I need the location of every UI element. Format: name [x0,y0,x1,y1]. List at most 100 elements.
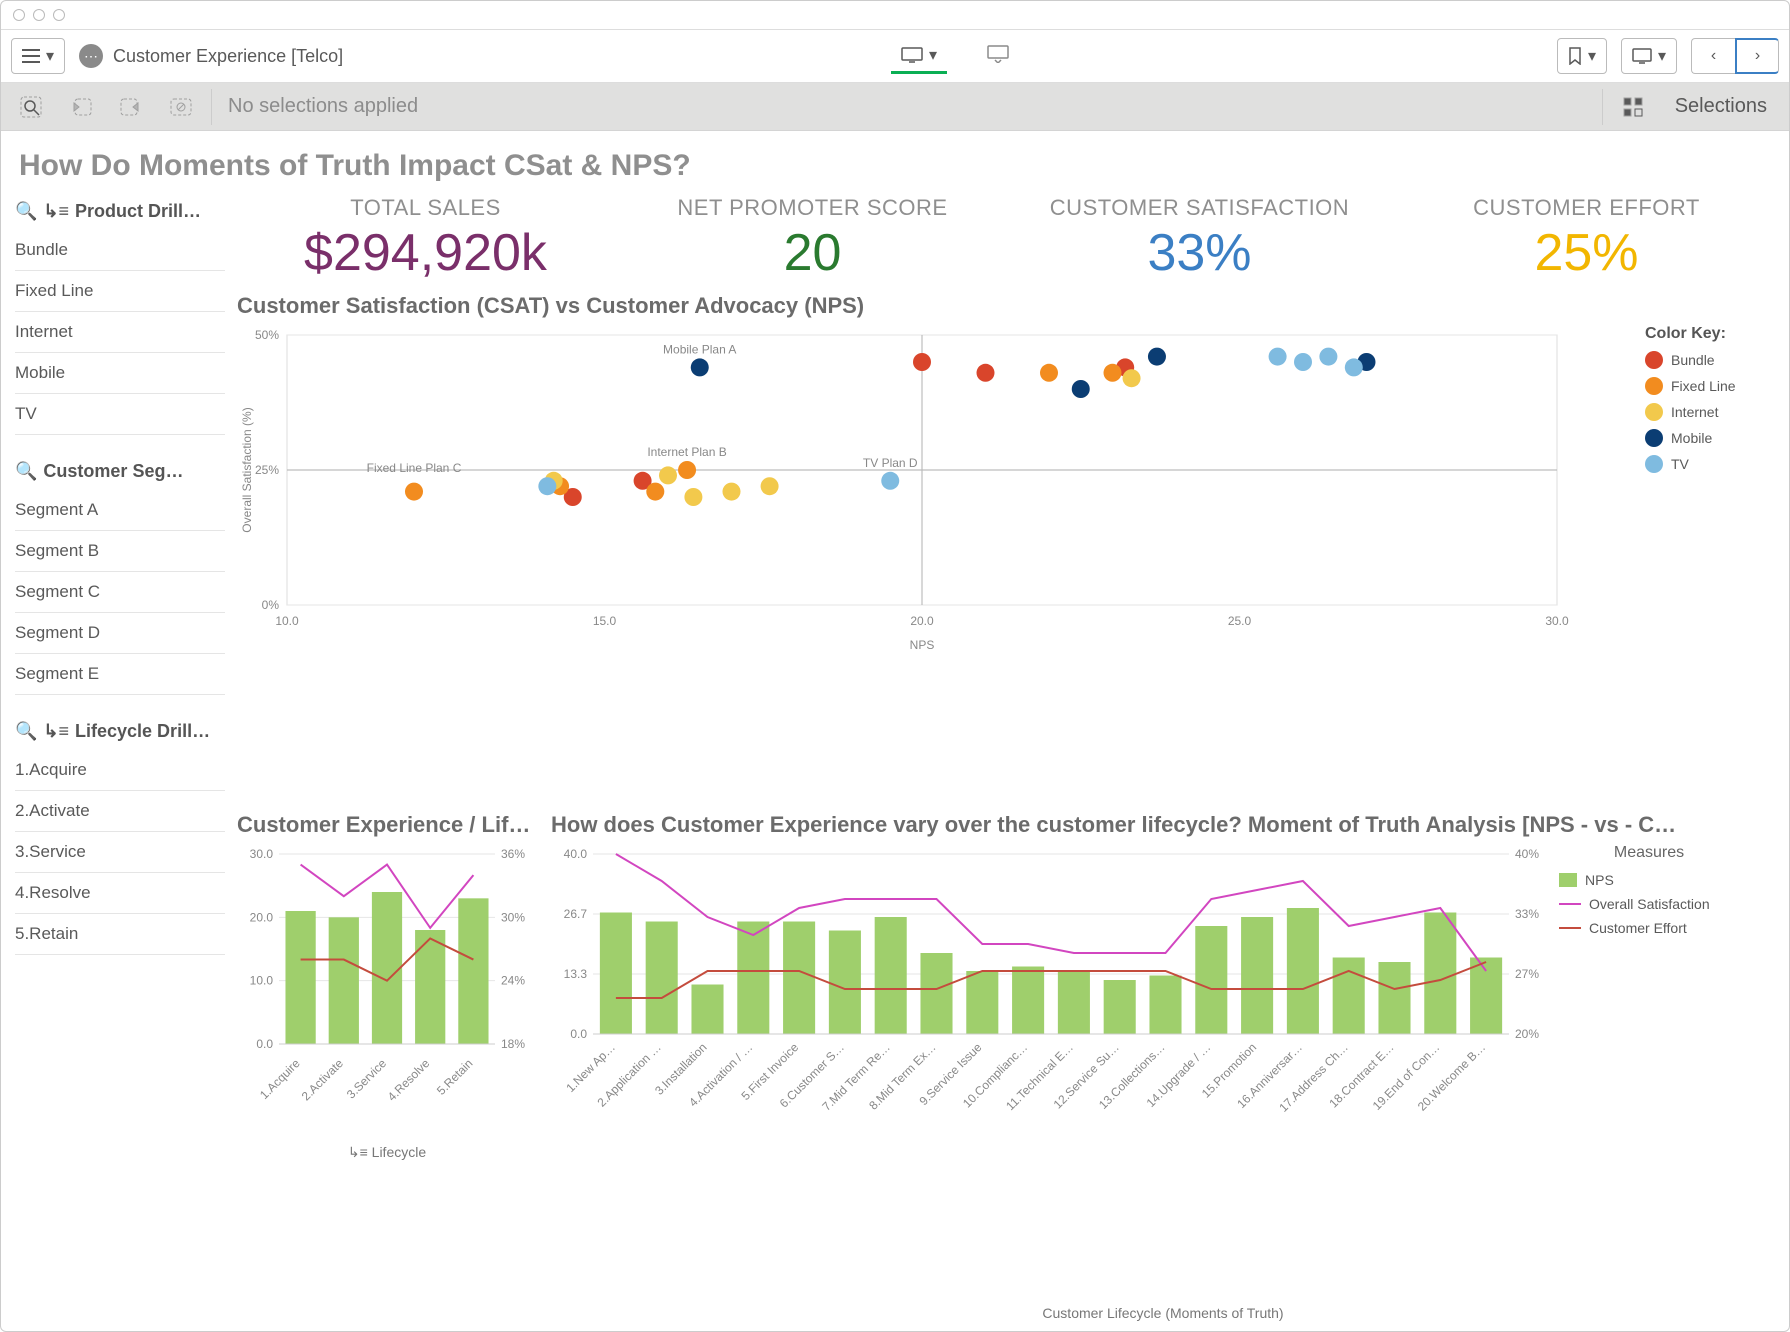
bar[interactable] [1287,908,1319,1034]
bar[interactable] [458,898,488,1044]
bar[interactable] [783,922,815,1035]
legend-item[interactable]: Mobile [1645,429,1775,447]
nav-back-button[interactable]: ‹ [1691,38,1735,74]
bar[interactable] [1378,962,1410,1034]
bar[interactable] [600,913,632,1035]
scatter-point[interactable] [1072,380,1090,398]
scatter-point[interactable] [405,483,423,501]
scatter-point[interactable] [691,358,709,376]
bar[interactable] [920,953,952,1034]
bar[interactable] [1104,980,1136,1034]
scatter-point[interactable] [913,353,931,371]
filter-item-segment[interactable]: Segment D [15,613,225,654]
search-icon[interactable]: 🔍 [15,461,37,482]
kpi-effort[interactable]: CUSTOMER EFFORT 25% [1398,195,1775,283]
bar[interactable] [1241,917,1273,1034]
bar[interactable] [285,911,315,1044]
filter-item-lifecycle[interactable]: 1.Acquire [15,750,225,791]
legend-item[interactable]: Customer Effort [1559,920,1739,936]
clear-selections-icon[interactable] [161,91,201,123]
bar[interactable] [829,931,861,1035]
kpi-csat[interactable]: CUSTOMER SATISFACTION 33% [1011,195,1388,283]
legend-item[interactable]: Fixed Line [1645,377,1775,395]
menu-button[interactable]: ▾ [11,38,65,74]
scatter-point[interactable] [538,477,556,495]
filter-item-product[interactable]: Internet [15,312,225,353]
filter-item-segment[interactable]: Segment A [15,490,225,531]
scatter-point[interactable] [1269,348,1287,366]
filter-item-product[interactable]: Bundle [15,230,225,271]
scatter-point[interactable] [977,364,995,382]
big-combo-chart[interactable]: 0.013.326.740.020%27%33%40%1.New Ap…2.Ap… [551,844,1551,1144]
scatter-point[interactable] [1294,353,1312,371]
bar[interactable] [1333,958,1365,1035]
search-icon[interactable]: 🔍 [15,721,37,742]
filter-item-product[interactable]: Fixed Line [15,271,225,312]
scatter-point[interactable] [881,472,899,490]
scatter-point[interactable] [1123,369,1141,387]
scatter-point[interactable] [761,477,779,495]
bar[interactable] [1058,971,1090,1034]
step-back-icon[interactable] [61,91,101,123]
bar[interactable] [1149,976,1181,1035]
svg-text:10.0: 10.0 [275,614,299,628]
present-view-button[interactable] [987,45,1009,68]
scatter-point[interactable] [1148,348,1166,366]
search-icon[interactable]: 🔍 [15,201,37,222]
bar[interactable] [966,971,998,1034]
kpi-total-sales[interactable]: TOTAL SALES $294,920k [237,195,614,283]
legend-item[interactable]: NPS [1559,872,1739,888]
bar[interactable] [1424,913,1456,1035]
bookmark-button[interactable]: ▾ [1557,38,1607,74]
filter-item-lifecycle[interactable]: 3.Service [15,832,225,873]
bar[interactable] [737,922,769,1035]
filter-item-segment[interactable]: Segment E [15,654,225,695]
bar[interactable] [372,892,402,1044]
svg-text:30%: 30% [501,910,525,924]
filter-item-lifecycle[interactable]: 4.Resolve [15,873,225,914]
scatter-point[interactable] [1040,364,1058,382]
scatter-point[interactable] [678,461,696,479]
bar[interactable] [1470,958,1502,1035]
selections-tool-icon[interactable] [1613,91,1653,123]
filter-item-product[interactable]: Mobile [15,353,225,394]
filter-item-lifecycle[interactable]: 2.Activate [15,791,225,832]
window-dot[interactable] [53,9,65,21]
scatter-chart[interactable]: Customer Satisfaction (CSAT) vs Customer… [237,293,1775,802]
nav-forward-button[interactable]: › [1735,38,1779,74]
bar[interactable] [1195,926,1227,1034]
window-dot[interactable] [33,9,45,21]
legend-item[interactable]: Bundle [1645,351,1775,369]
filter-item-lifecycle[interactable]: 5.Retain [15,914,225,955]
legend-item[interactable]: Internet [1645,403,1775,421]
bar[interactable] [691,985,723,1035]
scatter-point[interactable] [1319,348,1337,366]
moment-of-truth-chart[interactable]: How does Customer Experience vary over t… [551,812,1775,1321]
window-dot[interactable] [13,9,25,21]
selections-label[interactable]: Selections [1663,95,1779,118]
smart-search-icon[interactable] [11,91,51,123]
filter-item-segment[interactable]: Segment C [15,572,225,613]
scatter-plot[interactable]: 0%25%50%10.015.020.025.030.0Fixed Line P… [237,325,1635,655]
sheet-view-button[interactable]: ▾ [891,38,947,74]
scatter-point[interactable] [659,466,677,484]
bar[interactable] [875,917,907,1034]
bar[interactable] [646,922,678,1035]
legend-item[interactable]: Overall Satisfaction [1559,896,1739,912]
mini-combo-chart[interactable]: 0.010.020.030.018%24%30%36%1.Acquire2.Ac… [237,844,537,1144]
bar[interactable] [415,930,445,1044]
filter-item-segment[interactable]: Segment B [15,531,225,572]
lifecycle-mini-chart[interactable]: Customer Experience / Lifecyc… 0.010.020… [237,812,537,1321]
legend-item[interactable]: TV [1645,455,1775,473]
bar[interactable] [329,917,359,1044]
filter-item-product[interactable]: TV [15,394,225,435]
scatter-point[interactable] [1345,358,1363,376]
step-forward-icon[interactable] [111,91,151,123]
scatter-point[interactable] [1104,364,1122,382]
scatter-point[interactable] [723,483,741,501]
scatter-point[interactable] [646,483,664,501]
bar[interactable] [1012,967,1044,1035]
sheets-button[interactable]: ▾ [1621,38,1677,74]
scatter-point[interactable] [684,488,702,506]
kpi-nps[interactable]: NET PROMOTER SCORE 20 [624,195,1001,283]
